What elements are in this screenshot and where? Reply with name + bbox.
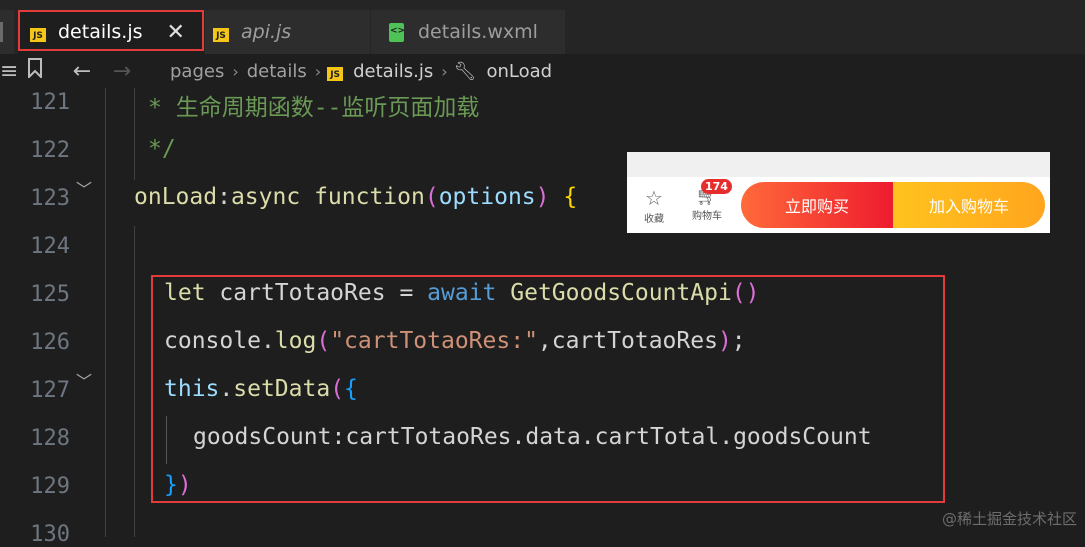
tab-label: details.wxml [418,21,538,43]
bookmark-icon[interactable] [8,58,62,84]
js-file-icon: JS [213,28,229,42]
close-icon[interactable]: ✕ [167,20,185,45]
menu-icon[interactable]: ≡ [0,59,18,84]
token: function [314,184,425,210]
chevron-right-icon: › [232,61,239,81]
breadcrumb-details[interactable]: details [247,61,307,82]
line-number: 125 [30,282,70,307]
js-file-icon: JS [327,67,344,81]
line-number: 128 [30,426,70,451]
chevron-right-icon: › [441,61,448,81]
tab-details-wxml[interactable]: details.wxml [370,10,566,54]
token: : [217,184,231,210]
line-number: 129 [30,474,70,499]
line-number: 121 [30,90,70,115]
token: { [563,184,578,210]
tab-overflow-edge [0,10,14,54]
fold-chevron-icon[interactable]: ﹀ [76,368,92,392]
tab-label: details.js [58,21,143,43]
tab-bar: JS details.js ✕ JS api.js details.wxml [0,0,1085,54]
app-preview-inset: ☆ 收藏 🛒︎ 购物车 174 立即购买 加入购物车 [627,152,1050,233]
forward-arrow-icon[interactable]: → [102,59,142,84]
token: ) [535,184,550,210]
indent-guide [134,88,135,180]
add-to-cart-button[interactable]: 加入购物车 [893,182,1045,228]
line-number: 122 [30,138,70,163]
code-highlight-box [151,275,945,503]
token: async [230,184,301,210]
cart-label: 购物车 [692,211,722,222]
star-icon: ☆ [645,186,663,210]
back-arrow-icon[interactable]: ← [62,59,102,84]
wxml-file-icon [389,22,405,42]
token: ( [424,184,439,210]
chevron-right-icon: › [314,61,322,81]
code-line-123: onLoad:async function(options) { [134,184,577,210]
buy-now-button[interactable]: 立即购买 [741,182,893,228]
line-number: 126 [30,330,70,355]
watermark: @稀土掘金技术社区 [941,510,1077,528]
tab-label: api.js [241,21,292,43]
cart-count-badge: 174 [701,179,732,194]
token: options [438,184,536,210]
code-line-121: * 生命周期函数--监听页面加载 [148,95,480,121]
line-number: 127 [30,378,70,403]
favorite-label: 收藏 [644,214,664,225]
token: onLoad [134,184,218,210]
breadcrumb-details-js[interactable]: details.js [353,61,433,82]
line-number: 124 [30,234,70,259]
indent-guide [105,88,106,537]
tab-api-js[interactable]: JS api.js [204,10,370,54]
fold-chevron-icon[interactable]: ﹀ [76,176,92,200]
indent-guide [134,226,135,537]
js-file-icon: JS [30,28,46,42]
line-number: 130 [30,522,70,547]
favorite-item[interactable]: ☆ 收藏 [641,186,667,225]
inset-header-strip [627,152,1050,177]
line-number: 123 [30,186,70,211]
breadcrumb-pages[interactable]: pages [170,61,224,82]
breadcrumb: ≡ ← → pages › details › JS details.js › … [0,54,1085,88]
breadcrumb-onload[interactable]: onLoad [486,61,552,82]
tab-details-js[interactable]: JS details.js ✕ [18,10,204,54]
wrench-icon: 🔧︎ [453,60,477,82]
code-line-122: */ [148,136,176,162]
